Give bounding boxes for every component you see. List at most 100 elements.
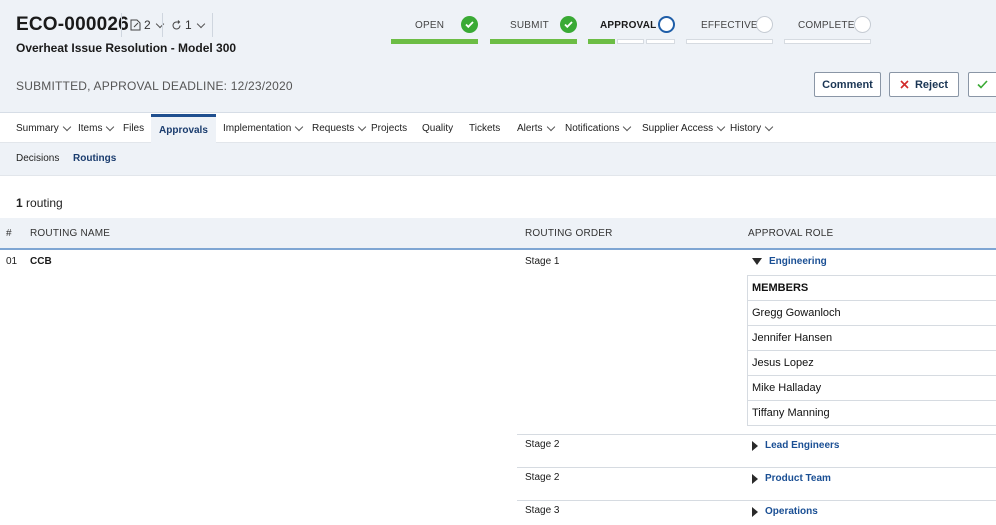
check-circle-icon (461, 16, 478, 33)
approval-role-label: Operations (765, 506, 818, 517)
tab-label: Quality (422, 123, 454, 134)
member-row: Mike Halladay (748, 376, 996, 401)
chevron-down-icon (358, 122, 367, 132)
comment-button-label: Comment (822, 78, 873, 91)
member-row: Gregg Gowanloch (748, 301, 996, 326)
column-header-routing-name[interactable]: ROUTING NAME (30, 228, 110, 239)
routing-order-stage: Stage 2 (525, 439, 560, 450)
eco-id: ECO-000026 (16, 14, 129, 35)
step-label: SUBMIT (510, 20, 549, 31)
row-divider (517, 434, 996, 435)
workflow-step-approval: APPROVAL (588, 15, 675, 47)
member-row: Jennifer Hansen (748, 326, 996, 351)
tab-implementation[interactable]: Implementation (223, 114, 304, 143)
approval-role-label: Product Team (765, 473, 831, 484)
tab-notifications[interactable]: Notifications (565, 114, 632, 143)
approval-role-product-team[interactable]: Product Team (752, 473, 831, 484)
tab-history[interactable]: History (730, 114, 774, 143)
subtab-decisions[interactable]: Decisions (16, 153, 59, 164)
chevron-down-icon (546, 122, 555, 132)
status-line: SUBMITTED, APPROVAL DEADLINE: 12/23/2020 (16, 79, 293, 93)
member-row: Jesus Lopez (748, 351, 996, 376)
caret-right-icon (752, 473, 758, 484)
subtab-routings[interactable]: Routings (73, 153, 116, 164)
edit-document-icon (130, 19, 141, 31)
tab-requests[interactable]: Requests (312, 114, 367, 143)
sub-tabs: Decisions Routings (0, 143, 996, 176)
routing-name: CCB (30, 256, 52, 267)
step-progress-bar (391, 39, 478, 44)
cycle-count: 1 (185, 18, 192, 32)
approval-role-engineering[interactable]: Engineering (752, 256, 827, 267)
tab-label: Tickets (469, 123, 501, 134)
step-progress-bar (686, 39, 773, 44)
pending-step-circle-icon (854, 16, 871, 33)
row-divider (517, 467, 996, 468)
tab-label: Items (78, 123, 103, 134)
tab-approvals[interactable]: Approvals (151, 114, 216, 143)
chevron-down-icon (295, 122, 304, 132)
chevron-down-icon (106, 122, 115, 132)
chevron-down-icon (62, 122, 72, 132)
tab-summary[interactable]: Summary (16, 114, 72, 143)
routing-count-text: routing (26, 196, 63, 210)
tab-supplier-access[interactable]: Supplier Access (642, 114, 726, 143)
chevron-down-icon (196, 19, 205, 28)
approval-role-label: Engineering (769, 256, 827, 267)
chevron-down-icon (716, 122, 726, 132)
step-label: OPEN (415, 20, 445, 31)
routing-count-number: 1 (16, 196, 23, 210)
approve-button[interactable] (968, 72, 996, 97)
row-divider (517, 500, 996, 501)
workflow-step-submit: SUBMIT (490, 15, 577, 47)
chevron-down-icon (764, 122, 774, 132)
step-progress-bar (588, 39, 615, 44)
tab-label: History (730, 123, 762, 134)
reject-button-label: Reject (914, 78, 949, 91)
tab-items[interactable]: Items (78, 114, 115, 143)
workflow-step-effective: EFFECTIVE (686, 15, 773, 47)
members-table: MEMBERS Gregg Gowanloch Jennifer Hansen … (747, 275, 996, 426)
chevron-down-icon (623, 122, 632, 132)
check-circle-icon (560, 16, 577, 33)
page-header: ECO-000026 2 1 Overheat Issue Resolution… (0, 0, 996, 113)
eco-title: Overheat Issue Resolution - Model 300 (16, 41, 237, 55)
workflow-step-complete: COMPLETE (784, 15, 871, 47)
column-header-number: # (6, 228, 12, 239)
routing-count: 1 routing (16, 196, 63, 210)
column-header-approval-role[interactable]: APPROVAL ROLE (748, 228, 833, 239)
revision-dropdown[interactable]: 2 (121, 13, 164, 37)
tab-files[interactable]: Files (123, 114, 144, 143)
step-label: EFFECTIVE (701, 20, 758, 31)
member-row: Tiffany Manning (748, 401, 996, 426)
routing-order-stage: Stage 3 (525, 505, 560, 516)
check-icon (977, 80, 988, 89)
tab-alerts[interactable]: Alerts (517, 114, 555, 143)
row-number: 01 (6, 256, 18, 267)
comment-button[interactable]: Comment (814, 72, 881, 97)
tab-projects[interactable]: Projects (371, 114, 407, 143)
main-tabs: Summary Items Files Approvals Implementa… (0, 114, 996, 143)
reject-button[interactable]: Reject (889, 72, 959, 97)
table-header: # ROUTING NAME ROUTING ORDER APPROVAL RO… (0, 218, 996, 250)
step-progress-bar (617, 39, 644, 44)
approval-role-operations[interactable]: Operations (752, 506, 818, 517)
routing-order-stage: Stage 2 (525, 472, 560, 483)
tab-label: Files (123, 123, 145, 134)
step-progress-bar (784, 39, 871, 44)
step-label: COMPLETE (798, 20, 855, 31)
close-icon (900, 80, 909, 89)
members-header: MEMBERS (748, 276, 996, 301)
step-progress-bar (646, 39, 675, 44)
tab-quality[interactable]: Quality (422, 114, 453, 143)
tab-label: Supplier Access (642, 123, 714, 134)
caret-right-icon (752, 440, 758, 451)
current-step-circle-icon (658, 16, 675, 33)
tab-tickets[interactable]: Tickets (469, 114, 500, 143)
approval-role-lead-engineers[interactable]: Lead Engineers (752, 440, 839, 451)
pending-step-circle-icon (756, 16, 773, 33)
step-label: APPROVAL (600, 20, 657, 31)
cycle-dropdown[interactable]: 1 (162, 13, 213, 37)
tab-label: Summary (16, 123, 59, 134)
column-header-routing-order[interactable]: ROUTING ORDER (525, 228, 613, 239)
